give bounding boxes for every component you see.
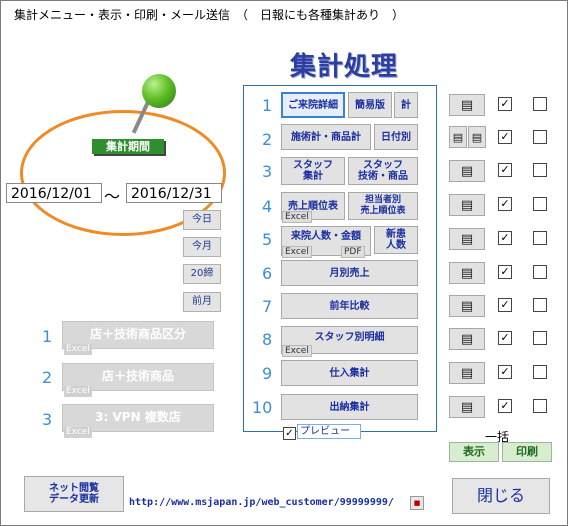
printer-icon[interactable]: ▤ <box>449 160 485 182</box>
show-checkbox[interactable]: ✓ <box>498 265 512 279</box>
category-number: 2 <box>42 368 53 387</box>
staff-sales-ranking-button[interactable]: 担当者別 売上順位表 <box>348 192 418 220</box>
cash-ledger-total-button[interactable]: 出納集計 <box>281 394 418 420</box>
excel-tag: Excel <box>64 344 92 355</box>
excel-tag: Excel <box>64 386 92 397</box>
url-action-button[interactable]: ■ <box>410 496 424 510</box>
printer-icon[interactable]: ▤ <box>449 94 485 116</box>
row-number: 9 <box>262 364 273 383</box>
print-checkbox[interactable] <box>533 163 547 177</box>
show-checkbox[interactable]: ✓ <box>498 331 512 345</box>
excel-tag: Excel <box>282 246 312 258</box>
printer-icon[interactable]: ▤ <box>449 262 485 284</box>
visit-detail-button[interactable]: ご来院詳細 <box>281 92 345 118</box>
this-month-button[interactable]: 今月 <box>183 237 221 257</box>
pushpin-icon <box>142 74 176 108</box>
print-checkbox[interactable] <box>533 331 547 345</box>
show-checkbox[interactable]: ✓ <box>498 365 512 379</box>
row-number: 2 <box>262 130 273 149</box>
print-checkbox[interactable] <box>533 97 547 111</box>
customer-url-link[interactable]: http://www.msjapan.jp/web_customer/99999… <box>129 497 394 508</box>
simple-version-button[interactable]: 簡易版 <box>348 92 392 118</box>
row-number: 10 <box>252 398 273 417</box>
by-date-button[interactable]: 日付別 <box>374 124 418 150</box>
date-separator: ～ <box>104 187 121 206</box>
last-month-button[interactable]: 前月 <box>183 292 221 312</box>
category-number: 3 <box>42 410 53 429</box>
closing-20-button[interactable]: 20締 <box>183 264 221 284</box>
show-checkbox[interactable]: ✓ <box>498 298 512 312</box>
end-date-input[interactable]: 2016/12/31 <box>126 183 222 203</box>
start-date-input[interactable]: 2016/12/01 <box>6 183 102 203</box>
row-number: 7 <box>262 297 273 316</box>
preview-label: プレビュー <box>297 424 361 439</box>
show-checkbox[interactable]: ✓ <box>498 197 512 211</box>
total-button[interactable]: 計 <box>394 92 418 118</box>
excel-tag: Excel <box>282 345 312 357</box>
show-checkbox[interactable]: ✓ <box>498 130 512 144</box>
printer-icon[interactable]: ▤ <box>449 126 467 148</box>
row-number: 1 <box>262 96 273 115</box>
bulk-show-button[interactable]: 表示 <box>449 442 499 462</box>
new-patient-count-button[interactable]: 新患 人数 <box>374 226 418 254</box>
printer-icon[interactable]: ▤ <box>449 295 485 317</box>
category-number: 1 <box>42 327 53 346</box>
pdf-tag: PDF <box>341 246 365 258</box>
row-number: 5 <box>262 230 273 249</box>
staff-total-button[interactable]: スタッフ 集計 <box>281 157 345 185</box>
page-heading: 集計処理 <box>290 52 399 82</box>
close-button[interactable]: 閉じる <box>452 478 550 514</box>
printer-icon[interactable]: ▤ <box>449 396 485 418</box>
show-checkbox[interactable]: ✓ <box>498 231 512 245</box>
printer-icon[interactable]: ▤ <box>449 228 485 250</box>
show-checkbox[interactable]: ✓ <box>498 163 512 177</box>
row-number: 3 <box>262 162 273 181</box>
show-checkbox[interactable]: ✓ <box>498 97 512 111</box>
purchase-total-button[interactable]: 仕入集計 <box>281 360 418 386</box>
row-number: 6 <box>262 264 273 283</box>
bulk-print-button[interactable]: 印刷 <box>502 442 552 462</box>
monthly-sales-button[interactable]: 月別売上 <box>281 260 418 286</box>
yoy-comparison-button[interactable]: 前年比較 <box>281 293 418 319</box>
period-label: 集計期間 <box>92 139 164 154</box>
print-checkbox[interactable] <box>533 265 547 279</box>
excel-tag: Excel <box>64 427 92 438</box>
print-checkbox[interactable] <box>533 298 547 312</box>
row-number: 8 <box>262 330 273 349</box>
print-checkbox[interactable] <box>533 365 547 379</box>
print-checkbox[interactable] <box>533 197 547 211</box>
row-number: 4 <box>262 197 273 216</box>
staff-tech-product-button[interactable]: スタッフ 技術・商品 <box>348 157 418 185</box>
today-button[interactable]: 今日 <box>183 210 221 230</box>
excel-tag: Excel <box>282 211 312 223</box>
window-title: 集計メニュー・表示・印刷・メール送信 （ 日報にも各種集計あり ） <box>14 8 405 22</box>
print-checkbox[interactable] <box>533 130 547 144</box>
printer-icon[interactable]: ▤ <box>449 194 485 216</box>
treatment-product-total-button[interactable]: 施術計・商品計 <box>281 124 371 150</box>
printer-icon[interactable]: ▤ <box>449 362 485 384</box>
show-checkbox[interactable]: ✓ <box>498 399 512 413</box>
preview-checkbox[interactable]: ✓ <box>283 427 296 440</box>
print-checkbox[interactable] <box>533 231 547 245</box>
net-view-data-update-button[interactable]: ネット閲覧 データ更新 <box>24 476 124 512</box>
print-checkbox[interactable] <box>533 399 547 413</box>
printer-icon[interactable]: ▤ <box>449 328 485 350</box>
printer-icon[interactable]: ▤ <box>468 126 486 148</box>
